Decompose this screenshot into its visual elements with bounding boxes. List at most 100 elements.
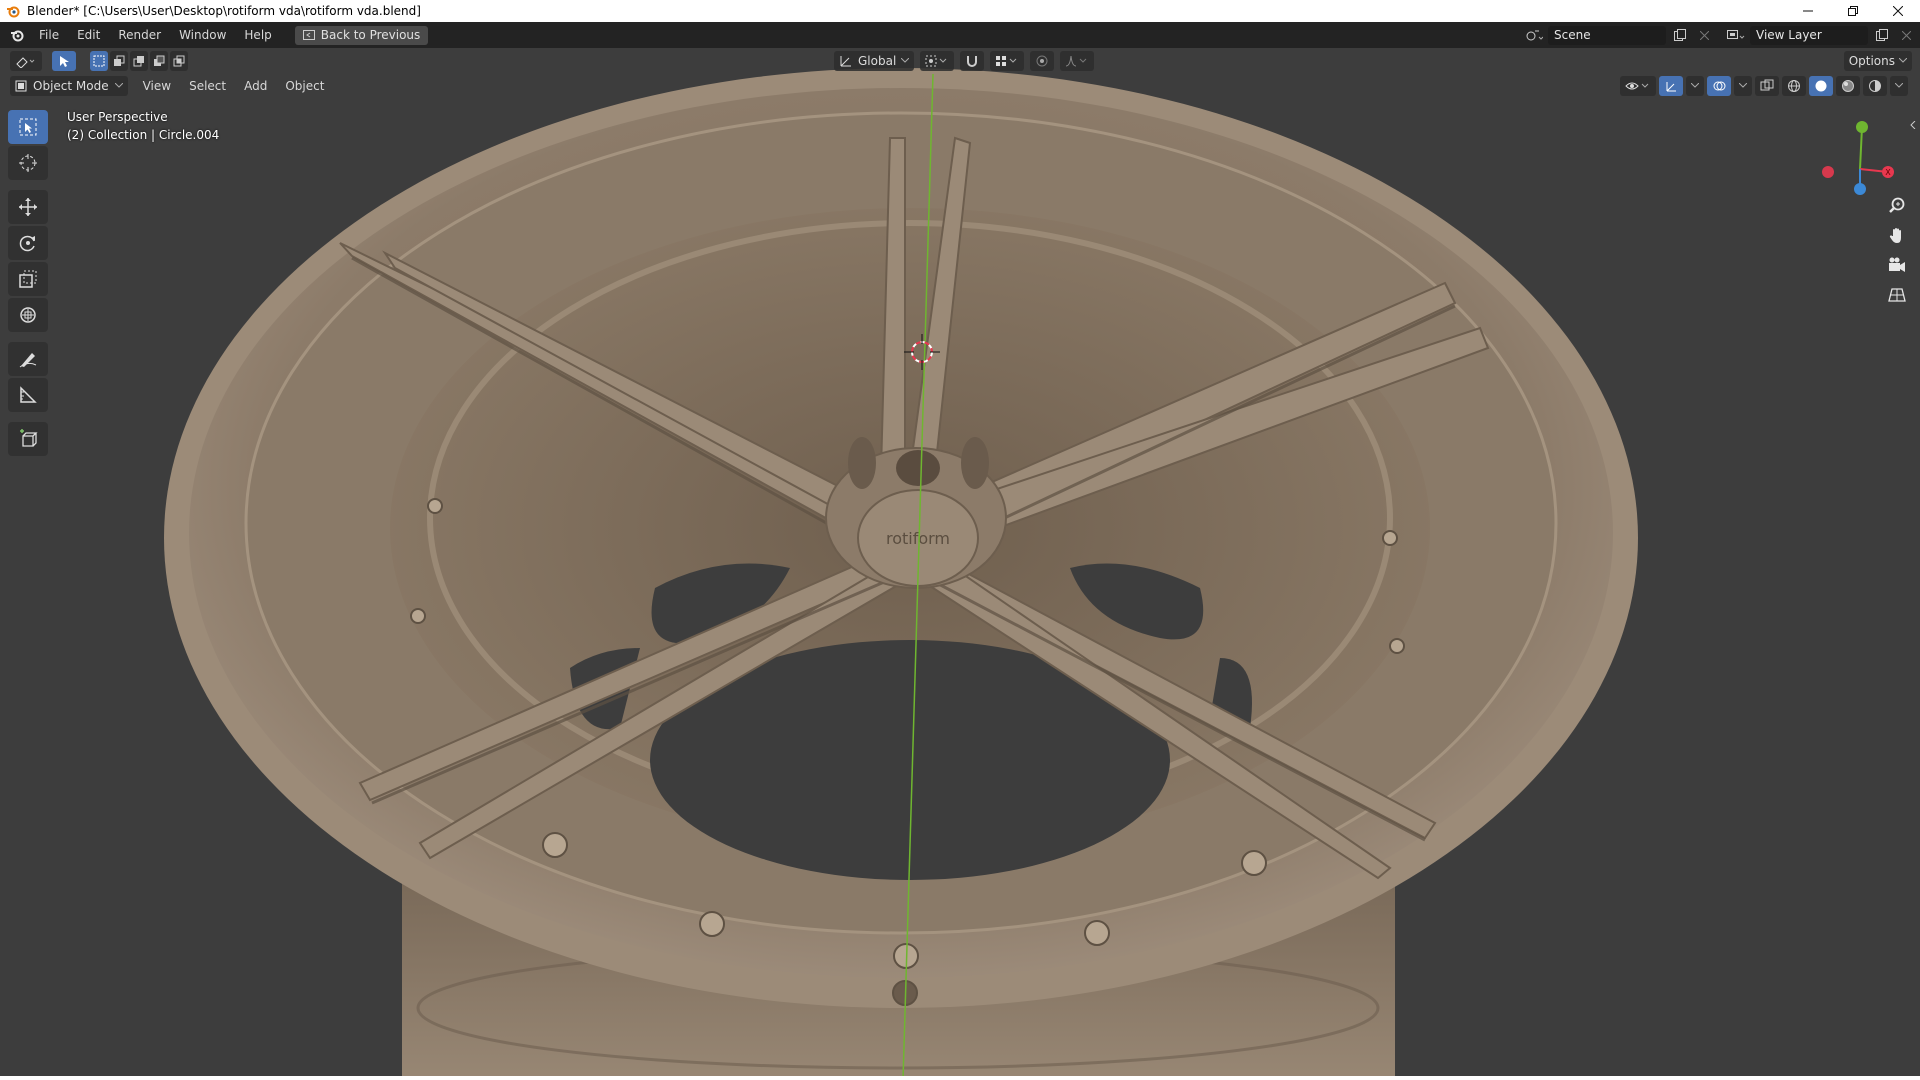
menu-file[interactable]: File — [30, 22, 68, 48]
falloff-curve-icon — [1066, 55, 1087, 67]
camera-icon — [1889, 257, 1905, 272]
add-cube-tool[interactable] — [8, 422, 48, 456]
selection-subtract-icon[interactable] — [130, 51, 148, 71]
cursor-tool[interactable] — [8, 146, 48, 180]
gizmo-toggle[interactable] — [1659, 76, 1683, 96]
viewport-navigation-buttons — [1884, 192, 1910, 308]
window-titlebar: Blender* [C:\Users\User\Desktop\rotiform… — [0, 0, 1920, 22]
view-layer-field[interactable]: View Layer — [1750, 25, 1868, 45]
shading-dropdown[interactable] — [1890, 76, 1908, 96]
selection-extend-icon[interactable] — [110, 51, 128, 71]
magnet-icon — [967, 56, 978, 67]
viewport-info-overlay: User Perspective (2) Collection | Circle… — [67, 108, 219, 144]
y-axis-icon[interactable] — [1856, 121, 1868, 133]
overlays-dropdown[interactable] — [1734, 76, 1752, 96]
grid-ortho-icon — [1888, 288, 1906, 302]
wireframe-sphere-icon — [1788, 80, 1800, 92]
gizmo-dropdown[interactable] — [1686, 76, 1704, 96]
view-layer-browse-icon[interactable] — [1726, 26, 1746, 45]
3d-viewport[interactable]: rotiform Global Options Object Mode View… — [0, 48, 1920, 1080]
delete-scene-icon[interactable] — [1694, 26, 1714, 45]
blender-logo-icon — [5, 3, 21, 19]
options-dropdown[interactable]: Options — [1843, 51, 1912, 71]
menu-render[interactable]: Render — [109, 22, 170, 48]
chevron-down-icon — [114, 83, 123, 88]
svg-text:X: X — [1885, 168, 1891, 177]
restore-button[interactable] — [1830, 0, 1875, 22]
shading-material-button[interactable] — [1836, 76, 1860, 96]
blender-topbar: File Edit Render Window Help Back to Pre… — [0, 22, 1920, 48]
scene-name-field[interactable]: Scene — [1548, 25, 1666, 45]
move-icon — [19, 198, 37, 216]
view-menu[interactable]: View — [134, 74, 180, 98]
scale-tool[interactable] — [8, 262, 48, 296]
overlays-toggle[interactable] — [1707, 76, 1731, 96]
scene-browse-icon[interactable] — [1524, 26, 1544, 45]
z-axis-icon[interactable] — [1854, 183, 1866, 195]
window-bottom-edge — [0, 1076, 1920, 1080]
delete-view-layer-icon[interactable] — [1896, 26, 1916, 45]
select-box-tool[interactable] — [8, 110, 48, 144]
menu-help[interactable]: Help — [235, 22, 280, 48]
camera-view-button[interactable] — [1884, 252, 1910, 278]
transform-tool[interactable] — [8, 298, 48, 332]
navigation-gizmo[interactable]: X — [1810, 114, 1900, 204]
pivot-point-dropdown[interactable] — [920, 51, 955, 71]
sidebar-toggle-icon[interactable] — [1908, 118, 1918, 132]
annotate-tool[interactable] — [8, 342, 48, 376]
xray-toggle[interactable] — [1755, 76, 1779, 96]
pan-hand-icon — [1889, 228, 1901, 243]
pivot-point-icon — [925, 55, 947, 67]
close-button[interactable] — [1875, 0, 1920, 22]
add-menu[interactable]: Add — [235, 74, 276, 98]
editor-type-button[interactable] — [10, 51, 42, 71]
transform-icon — [20, 307, 36, 323]
selection-invert-icon[interactable] — [150, 51, 168, 71]
viewport-shading-controls — [1620, 76, 1908, 96]
viewport-header: Global Options — [0, 48, 1920, 74]
rotate-icon — [19, 235, 35, 252]
menu-edit[interactable]: Edit — [68, 22, 109, 48]
shading-solid-button[interactable] — [1809, 76, 1833, 96]
neg-x-axis-icon[interactable] — [1822, 166, 1834, 178]
snap-target-dropdown[interactable] — [990, 51, 1025, 71]
viewport-mode-bar: Object Mode View Select Add Object — [0, 74, 1920, 98]
material-sphere-icon — [1842, 80, 1854, 92]
zoom-button[interactable] — [1884, 192, 1910, 218]
ortho-toggle-button[interactable] — [1884, 282, 1910, 308]
menu-window[interactable]: Window — [170, 22, 235, 48]
pan-button[interactable] — [1884, 222, 1910, 248]
transform-orientation-dropdown[interactable]: Global — [834, 51, 915, 71]
snap-toggle[interactable] — [960, 51, 985, 71]
wheel-model-render[interactable]: rotiform — [0, 48, 1920, 1080]
shading-rendered-button[interactable] — [1863, 76, 1887, 96]
transform-orientation-label: Global — [858, 54, 897, 68]
back-to-previous-button[interactable]: Back to Previous — [294, 25, 429, 45]
tool-shelf — [8, 110, 48, 458]
minimize-button[interactable] — [1785, 0, 1830, 22]
new-view-layer-icon[interactable] — [1872, 26, 1892, 45]
shading-wireframe-button[interactable] — [1782, 76, 1806, 96]
selection-set-new-icon[interactable] — [90, 51, 108, 71]
xray-icon — [1760, 79, 1774, 91]
blender-menu-icon[interactable] — [0, 22, 30, 48]
minimize-icon — [1802, 10, 1813, 12]
move-tool[interactable] — [8, 190, 48, 224]
screen-back-icon — [302, 29, 315, 40]
object-mode-icon — [15, 80, 27, 92]
rotate-tool[interactable] — [8, 226, 48, 260]
measure-tool[interactable] — [8, 378, 48, 412]
solid-sphere-icon — [1815, 80, 1827, 92]
scene-selector-area: Scene View Layer — [1524, 22, 1920, 48]
select-tool-button[interactable] — [52, 51, 76, 71]
object-mode-dropdown[interactable]: Object Mode — [10, 76, 128, 96]
proportional-falloff-dropdown[interactable] — [1060, 51, 1095, 71]
visibility-dropdown[interactable] — [1620, 76, 1656, 96]
object-menu[interactable]: Object — [276, 74, 333, 98]
selection-intersect-icon[interactable] — [170, 51, 188, 71]
proportional-editing-toggle[interactable] — [1030, 51, 1055, 71]
active-object-label: (2) Collection | Circle.004 — [67, 128, 220, 142]
new-scene-icon[interactable] — [1670, 26, 1690, 45]
select-menu[interactable]: Select — [180, 74, 235, 98]
gizmo-icon — [1666, 82, 1676, 92]
